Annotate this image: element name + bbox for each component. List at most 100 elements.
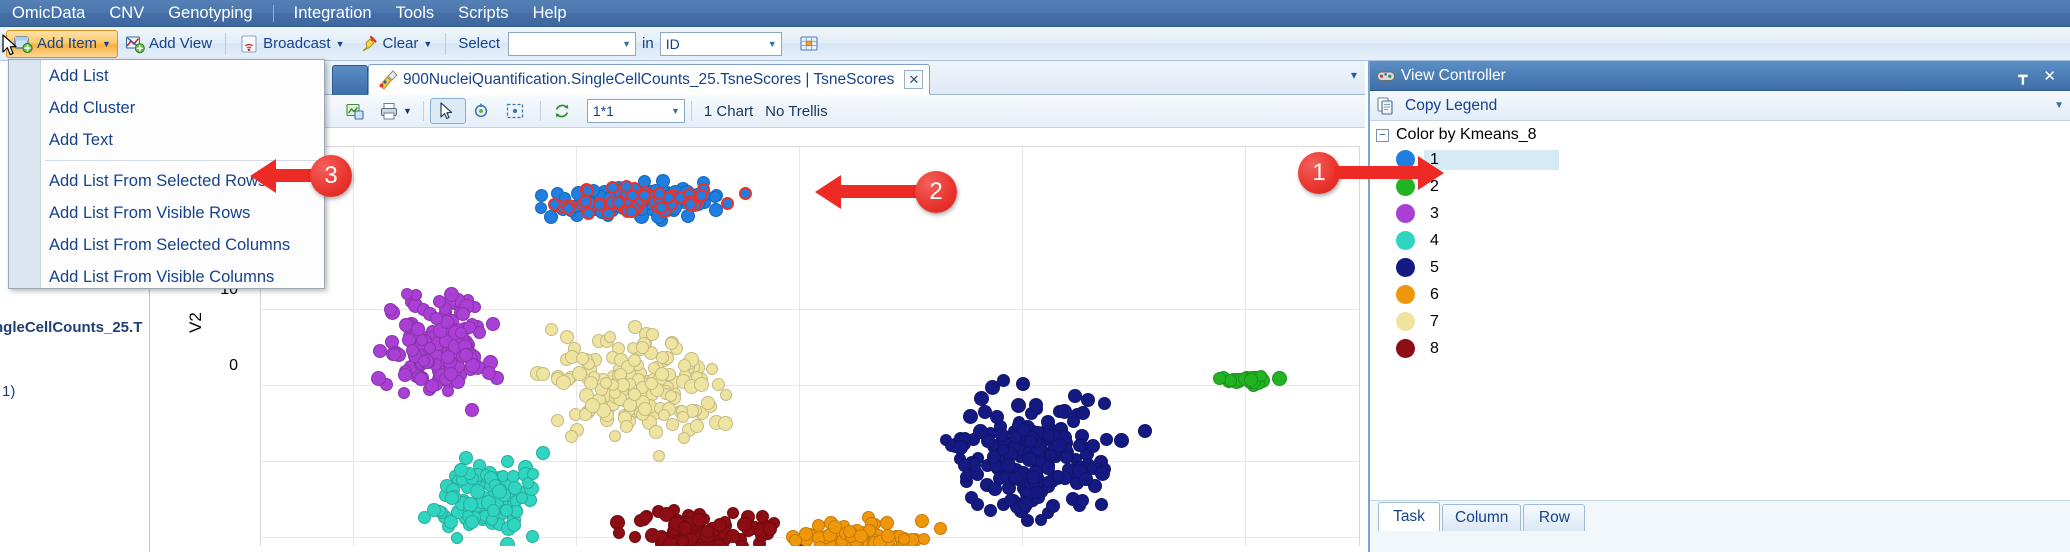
scatter-point[interactable] <box>987 481 1002 496</box>
add-item-button[interactable]: Add Item ▼ <box>6 29 118 58</box>
scatter-point[interactable] <box>525 529 539 543</box>
scatter-point[interactable] <box>978 404 993 419</box>
scatter-point[interactable] <box>964 490 978 504</box>
scatter-point-selected[interactable] <box>654 201 668 215</box>
scatter-point[interactable] <box>879 515 894 530</box>
scatter-point-selected[interactable] <box>624 205 638 219</box>
tab-overflow-icon[interactable]: ▾ <box>1351 68 1357 82</box>
tab-tsnescores[interactable]: 900NucleiQuantification.SingleCellCounts… <box>368 64 931 95</box>
scatter-point[interactable] <box>501 455 515 469</box>
scatter-point[interactable] <box>1051 437 1067 453</box>
scatter-point[interactable] <box>934 521 948 535</box>
scatter-point[interactable] <box>664 337 678 351</box>
scatter-point-selected[interactable] <box>637 188 651 202</box>
scatter-point[interactable] <box>535 189 549 203</box>
in-field-combo[interactable]: ID ▼ <box>659 31 782 56</box>
broadcast-button[interactable]: Broadcast ▼ <box>232 30 351 58</box>
scatter-point[interactable] <box>440 349 455 364</box>
view-controller-tab-task[interactable]: Task <box>1378 502 1440 531</box>
menu-add-cluster[interactable]: Add Cluster <box>9 92 324 124</box>
scatter-point[interactable] <box>415 333 428 346</box>
scatter-point[interactable] <box>812 540 827 546</box>
scatter-point-selected[interactable] <box>721 196 735 210</box>
scatter-point[interactable] <box>983 504 997 518</box>
copy-legend-button[interactable]: Copy Legend ▼ <box>1370 91 2070 121</box>
scatter-point[interactable] <box>678 431 691 444</box>
scatter-point[interactable] <box>788 533 802 546</box>
scatter-point[interactable] <box>763 521 778 536</box>
scatter-point[interactable] <box>464 402 479 417</box>
scatter-point-selected[interactable] <box>626 188 640 202</box>
menu-add-list[interactable]: Add List <box>9 60 324 92</box>
menu-add-text[interactable]: Add Text <box>9 124 324 156</box>
plot-canvas[interactable] <box>260 146 1360 546</box>
scatter-point[interactable] <box>628 319 643 334</box>
scatter-point[interactable] <box>373 344 388 359</box>
tab-inactive[interactable] <box>332 65 368 95</box>
scatter-point[interactable] <box>755 509 769 523</box>
legend-item-2[interactable]: 2 <box>1370 173 2070 200</box>
scatter-point[interactable] <box>1099 433 1113 447</box>
menu-add-list-from-visible-columns[interactable]: Add List From Visible Columns <box>9 261 324 293</box>
pointer-tool-button[interactable] <box>429 98 466 124</box>
scatter-point-selected[interactable] <box>581 206 595 220</box>
scatter-point[interactable] <box>638 510 652 524</box>
scatter-point[interactable] <box>959 471 972 484</box>
scatter-point[interactable] <box>536 367 551 382</box>
scatter-point[interactable] <box>1040 461 1055 476</box>
scatter-point[interactable] <box>1098 396 1112 410</box>
scatter-point[interactable] <box>627 388 641 402</box>
add-view-button[interactable]: Add View <box>118 30 219 58</box>
scatter-point[interactable] <box>619 420 633 434</box>
refresh-button[interactable] <box>547 98 581 124</box>
scatter-point[interactable] <box>410 321 425 336</box>
scatter-point[interactable] <box>1086 439 1101 454</box>
menu-item-help[interactable]: Help <box>521 1 579 25</box>
scatter-point[interactable] <box>1095 498 1109 512</box>
scatter-point[interactable] <box>985 379 1001 395</box>
scatter-point[interactable] <box>693 376 709 392</box>
pin-icon[interactable]: ┳ <box>2010 67 2035 85</box>
scatter-point-selected[interactable] <box>602 206 616 220</box>
scatter-point[interactable] <box>705 363 718 376</box>
scatter-point[interactable] <box>545 323 559 337</box>
scatter-point[interactable] <box>543 210 558 225</box>
scatter-point[interactable] <box>556 374 572 390</box>
menu-item-scripts[interactable]: Scripts <box>446 1 520 25</box>
rotate-tool-button[interactable] <box>466 98 500 124</box>
scatter-point[interactable] <box>527 467 540 480</box>
legend-item-5[interactable]: 5 <box>1370 254 2070 281</box>
scatter-point[interactable] <box>689 418 704 433</box>
grid-select-button[interactable] <box>792 30 830 58</box>
scatter-point[interactable] <box>464 514 479 529</box>
scatter-point[interactable] <box>1075 405 1090 420</box>
scatter-point[interactable] <box>456 306 471 321</box>
scatter-point-selected[interactable] <box>547 197 561 211</box>
scatter-point[interactable] <box>443 515 458 530</box>
view-controller-tab-column[interactable]: Column <box>1442 504 1522 531</box>
legend-item-4[interactable]: 4 <box>1370 227 2070 254</box>
close-icon[interactable]: ✕ <box>2035 67 2064 85</box>
scatter-point[interactable] <box>1035 514 1048 527</box>
scatter-point[interactable] <box>1272 371 1288 387</box>
scatter-point[interactable] <box>1016 377 1031 392</box>
menu-item-tools[interactable]: Tools <box>384 1 447 25</box>
scatter-point[interactable] <box>1018 496 1034 512</box>
scatter-point[interactable] <box>445 490 460 505</box>
scatter-point[interactable] <box>990 409 1005 424</box>
menu-item-omicdata[interactable]: OmicData <box>0 1 97 25</box>
scatter-point[interactable] <box>953 440 969 456</box>
layout-combo[interactable]: 1*1 ▼ <box>586 99 685 123</box>
scatter-point[interactable] <box>398 386 411 399</box>
scatter-point-selected[interactable] <box>605 181 619 195</box>
scatter-point[interactable] <box>628 530 641 543</box>
menu-add-list-from-visible-rows[interactable]: Add List From Visible Rows <box>9 197 324 229</box>
scatter-point[interactable] <box>458 347 473 362</box>
scatter-point[interactable] <box>516 491 529 504</box>
scatter-point[interactable] <box>962 409 978 424</box>
scatter-point[interactable] <box>700 395 715 410</box>
close-icon[interactable]: ✕ <box>904 70 924 89</box>
scatter-point[interactable] <box>974 391 990 407</box>
legend-item-7[interactable]: 7 <box>1370 308 2070 335</box>
print-button[interactable]: ▼ <box>374 98 417 124</box>
